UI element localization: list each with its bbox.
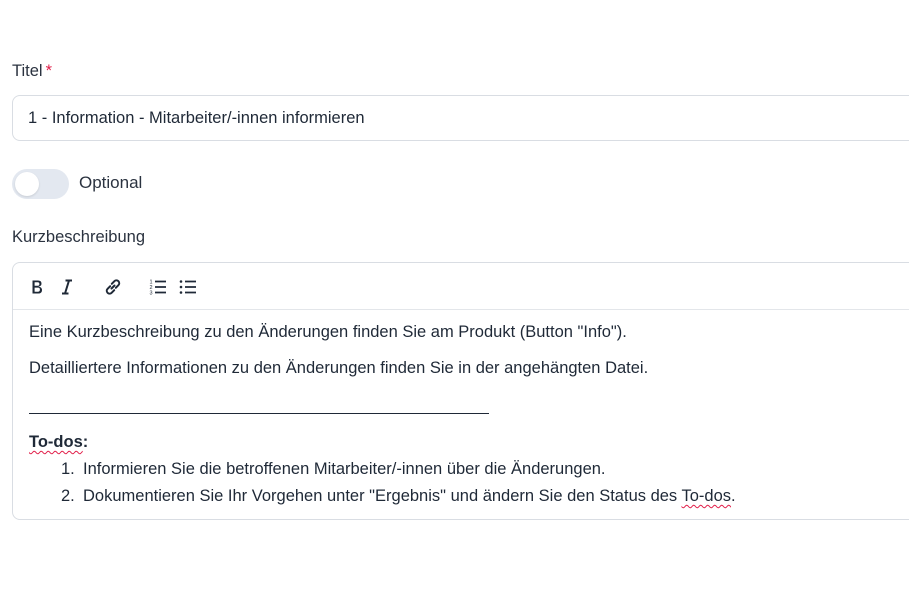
bullet-list-button[interactable] <box>177 276 199 298</box>
list-number: 1. <box>61 460 75 478</box>
ordered-list-button[interactable]: 1 2 3 <box>147 276 169 298</box>
todo-heading-text: To-dos <box>29 433 83 451</box>
list-item: 2. Dokumentieren Sie Ihr Vorgehen unter "… <box>61 487 736 507</box>
list-item-end: . <box>731 487 736 505</box>
horizontal-rule <box>29 413 489 414</box>
paragraph-1: Eine Kurzbeschreibung zu den Änderungen … <box>29 323 627 341</box>
title-input[interactable] <box>12 95 909 141</box>
italic-icon <box>62 279 72 295</box>
todo-heading: To-dos: <box>29 433 88 453</box>
title-label: Titel * <box>12 62 52 81</box>
description-label: Kurzbeschreibung <box>12 228 145 246</box>
bullet-list-icon <box>179 280 196 294</box>
ordered-list-icon: 1 2 3 <box>150 280 166 297</box>
svg-text:3: 3 <box>150 291 153 297</box>
paragraph-2: Detailliertere Informationen zu den Ände… <box>29 359 649 377</box>
link-button[interactable] <box>102 276 124 298</box>
title-label-text: Titel <box>12 62 43 80</box>
required-marker: * <box>45 62 52 80</box>
list-item-marked-text: To-dos <box>681 487 731 505</box>
italic-button[interactable] <box>56 276 78 298</box>
todo-heading-colon: : <box>82 433 89 451</box>
link-icon <box>105 279 121 295</box>
description-editor[interactable]: 1 2 3 Eine Kurzbeschreibung zu den Änder… <box>12 262 909 520</box>
optional-label: Optional <box>79 173 143 192</box>
bold-icon <box>32 280 42 294</box>
list-number: 2. <box>61 487 75 505</box>
list-item-text: Informieren Sie die betroffenen Mitarbei… <box>83 460 606 478</box>
optional-toggle[interactable] <box>12 169 69 199</box>
toggle-knob <box>15 172 39 196</box>
task-edit-form: Titel* Optional Kurzbeschreibung <box>0 0 909 606</box>
list-item: 1. Informieren Sie die betroffenen Mitarb… <box>61 460 606 480</box>
editor-toolbar: 1 2 3 <box>13 263 909 310</box>
list-item-text: Dokumentieren Sie Ihr Vorgehen unter "Er… <box>83 487 682 505</box>
bold-button[interactable] <box>26 276 48 298</box>
